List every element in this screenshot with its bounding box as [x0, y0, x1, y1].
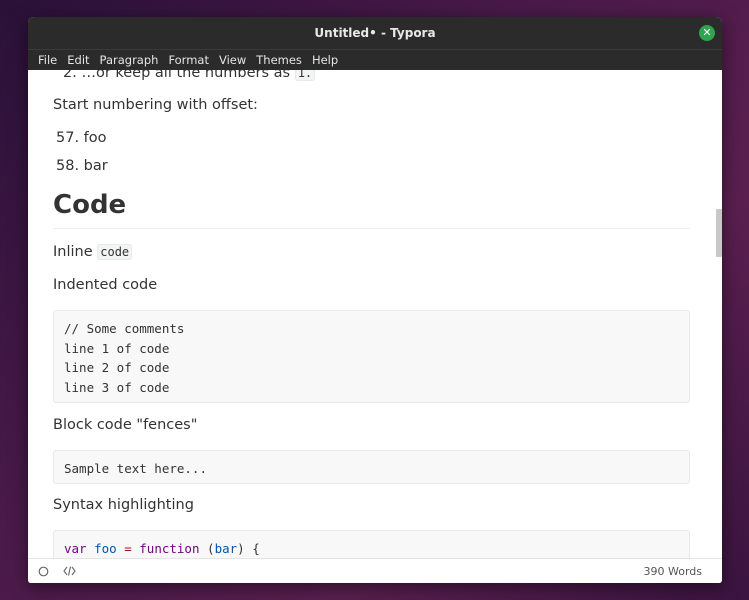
menu-edit[interactable]: Edit	[62, 53, 94, 67]
source-code-icon[interactable]	[62, 564, 76, 578]
list-number: 58.	[56, 158, 80, 174]
inline-code: 1.	[294, 70, 316, 81]
code-keyword: function	[139, 541, 200, 556]
code-operator: =	[124, 541, 132, 556]
code-line: // Some comments	[64, 321, 185, 336]
editor-area[interactable]: 2. …or keep all the numbers as 1. Start …	[28, 70, 722, 558]
list-item-partial: 2. …or keep all the numbers as 1.	[63, 70, 316, 81]
list-item-label: foo	[83, 130, 107, 146]
list-item-label: bar	[83, 158, 108, 174]
list-item-text: 2. …or keep all the numbers as	[63, 70, 295, 81]
menu-file[interactable]: File	[33, 53, 62, 67]
code-line: line 3 of code	[64, 379, 170, 395]
code-paren: (	[207, 541, 215, 556]
code-line: line 1 of code	[64, 340, 170, 356]
code-line: Sample text here...	[64, 461, 207, 476]
code-keyword: var	[64, 541, 87, 556]
menu-format[interactable]: Format	[163, 53, 214, 67]
menu-paragraph[interactable]: Paragraph	[95, 53, 164, 67]
code-line: var foo = function (bar) {	[64, 539, 679, 558]
typora-window: Untitled• - Typora ✕ File Edit Paragraph…	[28, 17, 722, 583]
syntax-code-block[interactable]: var foo = function (bar) {	[53, 530, 690, 558]
fences-paragraph: Block code "fences"	[53, 417, 198, 433]
code-variable: foo	[94, 541, 117, 556]
syntax-paragraph: Syntax highlighting	[53, 497, 194, 513]
offset-paragraph: Start numbering with offset:	[53, 97, 258, 113]
menu-themes[interactable]: Themes	[251, 53, 307, 67]
inline-paragraph: Inline code	[53, 244, 133, 260]
fenced-code-block[interactable]: Sample text here...	[53, 450, 690, 484]
code-heading: Code	[53, 190, 690, 229]
menu-help[interactable]: Help	[307, 53, 343, 67]
indented-paragraph: Indented code	[53, 277, 158, 293]
list-item: 57. foo	[56, 130, 107, 146]
code-line: line 2 of code	[64, 360, 170, 375]
list-item: 58. bar	[56, 158, 108, 174]
code-paren: ) {	[237, 541, 260, 556]
inline-label: Inline	[53, 244, 98, 260]
inline-code: code	[97, 244, 133, 260]
indented-code-block[interactable]: // Some comments line 1 of code line 2 o…	[53, 310, 690, 403]
menu-bar: File Edit Paragraph Format View Themes H…	[28, 49, 722, 70]
close-icon[interactable]: ✕	[699, 25, 715, 41]
list-number: 57.	[56, 130, 80, 146]
menu-view[interactable]: View	[214, 53, 251, 67]
word-count[interactable]: 390 Words	[644, 565, 703, 578]
code-param: bar	[214, 541, 238, 556]
title-bar[interactable]: Untitled• - Typora ✕	[28, 17, 722, 49]
outline-toggle-icon[interactable]	[36, 564, 50, 578]
scrollbar-thumb[interactable]	[716, 209, 722, 257]
status-bar: 390 Words	[28, 558, 722, 583]
window-title: Untitled• - Typora	[314, 26, 436, 40]
